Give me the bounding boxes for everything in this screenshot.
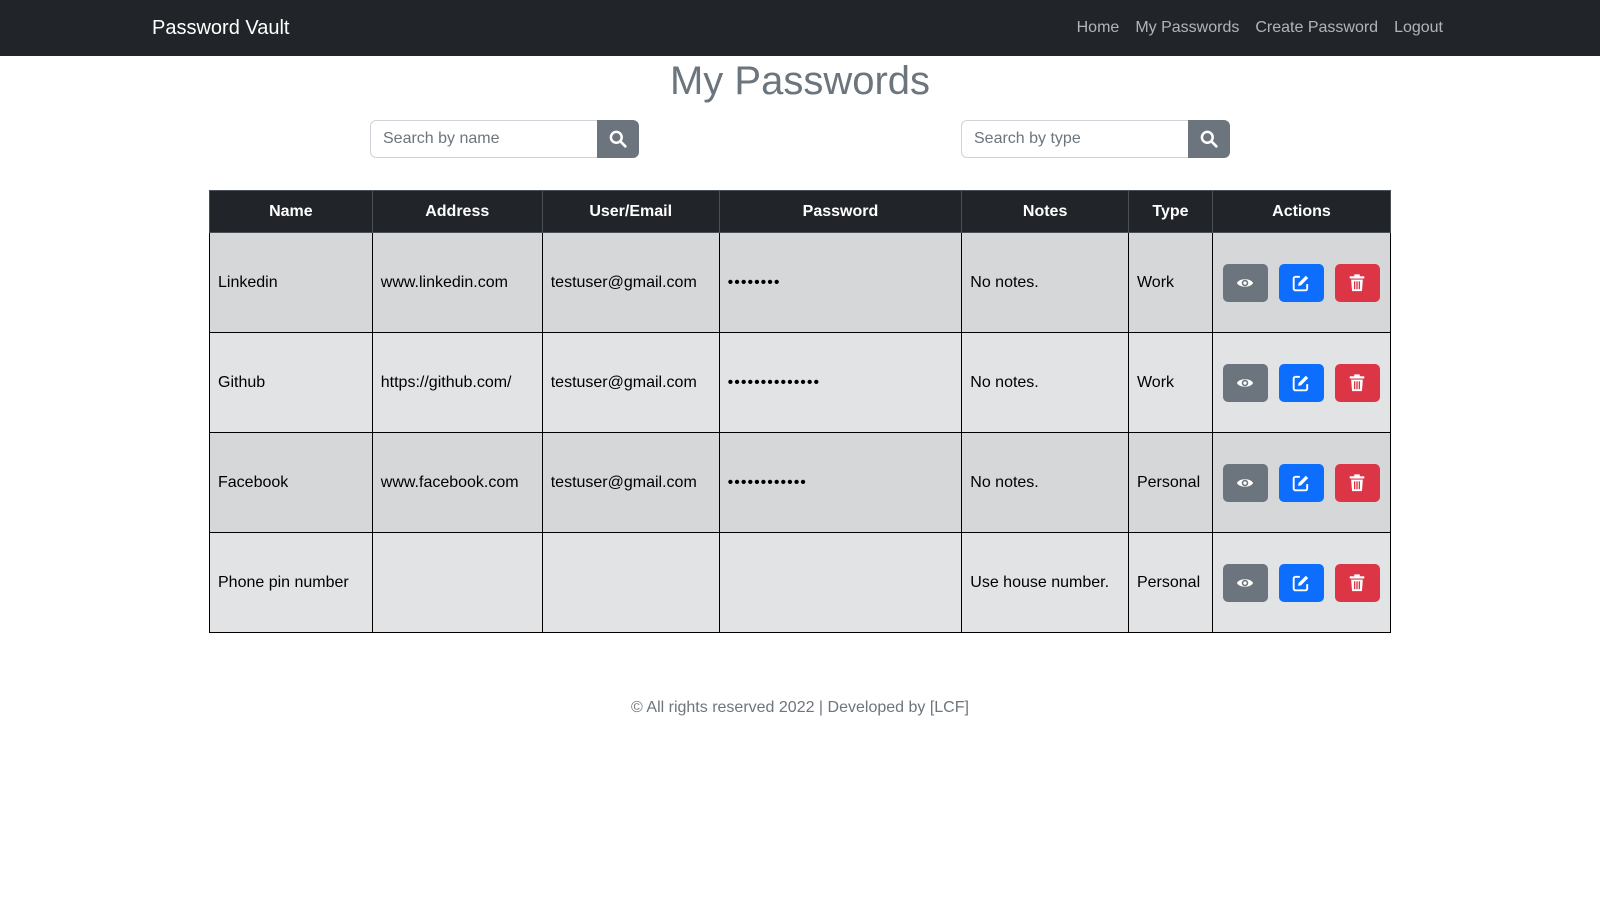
search-by-type-group xyxy=(961,120,1230,158)
cell-name: Github xyxy=(209,332,373,433)
nav-links: Home My Passwords Create Password Logout xyxy=(1077,19,1443,37)
header-address[interactable]: Address xyxy=(371,190,543,233)
eye-icon xyxy=(1237,578,1254,587)
edit-button[interactable] xyxy=(1278,363,1324,402)
eye-icon xyxy=(1237,378,1254,387)
cell-actions xyxy=(1211,432,1392,533)
cell-type: Work xyxy=(1127,332,1213,433)
cell-name: Facebook xyxy=(209,432,373,533)
trash-icon xyxy=(1350,373,1365,391)
cell-actions xyxy=(1211,532,1392,633)
edit-icon xyxy=(1293,375,1309,391)
view-button[interactable] xyxy=(1222,463,1268,502)
delete-button[interactable] xyxy=(1334,463,1380,502)
cell-notes: No notes. xyxy=(961,432,1129,533)
page-title: My Passwords xyxy=(669,59,931,103)
nav-link-my-passwords[interactable]: My Passwords xyxy=(1135,19,1239,37)
header-user-email[interactable]: User/Email xyxy=(541,190,720,233)
trash-icon xyxy=(1350,273,1365,291)
eye-icon xyxy=(1237,478,1254,487)
row-actions xyxy=(1221,563,1382,602)
cell-address xyxy=(371,532,543,633)
cell-address: https://github.com/ xyxy=(371,332,543,433)
cell-actions xyxy=(1211,332,1392,433)
cell-user-email: testuser@gmail.com xyxy=(541,332,720,433)
cell-address: www.facebook.com xyxy=(371,432,543,533)
search-icon xyxy=(1200,130,1218,148)
cell-user-email: testuser@gmail.com xyxy=(541,232,720,333)
search-name-button[interactable] xyxy=(597,120,639,158)
header-password[interactable]: Password xyxy=(718,190,963,233)
cell-notes: No notes. xyxy=(961,332,1129,433)
trash-icon xyxy=(1350,473,1365,491)
cell-actions xyxy=(1211,232,1392,333)
cell-notes: No notes. xyxy=(961,232,1129,333)
nav-link-logout[interactable]: Logout xyxy=(1394,19,1443,37)
table-header-row: Name Address User/Email Password Notes T… xyxy=(209,190,1392,233)
cell-user-email xyxy=(541,532,720,633)
table-row: Linkedin www.linkedin.com testuser@gmail… xyxy=(209,232,1392,333)
cell-name: Linkedin xyxy=(209,232,373,333)
edit-button[interactable] xyxy=(1278,263,1324,302)
header-name[interactable]: Name xyxy=(209,190,373,233)
edit-icon xyxy=(1293,575,1309,591)
table-row: Facebook www.facebook.com testuser@gmail… xyxy=(209,432,1392,533)
row-actions xyxy=(1221,263,1382,302)
cell-type: Personal xyxy=(1127,432,1213,533)
search-name-input[interactable] xyxy=(370,120,597,158)
cell-notes: Use house number. xyxy=(961,532,1129,633)
row-actions xyxy=(1221,463,1382,502)
delete-button[interactable] xyxy=(1334,263,1380,302)
view-button[interactable] xyxy=(1222,363,1268,402)
table-row: Phone pin number Use house number. Perso… xyxy=(209,532,1392,633)
cell-password: •••••••••••••• xyxy=(718,332,963,433)
eye-icon xyxy=(1237,278,1254,287)
header-type[interactable]: Type xyxy=(1127,190,1213,233)
cell-password: •••••••• xyxy=(718,232,963,333)
cell-type: Work xyxy=(1127,232,1213,333)
edit-button[interactable] xyxy=(1278,463,1324,502)
header-actions: Actions xyxy=(1211,190,1392,233)
search-type-button[interactable] xyxy=(1188,120,1230,158)
table-row: Github https://github.com/ testuser@gmai… xyxy=(209,332,1392,433)
edit-button[interactable] xyxy=(1278,563,1324,602)
navbar: Password Vault Home My Passwords Create … xyxy=(0,0,1600,56)
delete-button[interactable] xyxy=(1334,363,1380,402)
search-by-name-group xyxy=(370,120,639,158)
cell-address: www.linkedin.com xyxy=(371,232,543,333)
nav-link-create-password[interactable]: Create Password xyxy=(1255,19,1378,37)
edit-icon xyxy=(1293,475,1309,491)
delete-button[interactable] xyxy=(1334,563,1380,602)
footer-text: © All rights reserved 2022 | Developed b… xyxy=(631,699,969,716)
cell-name: Phone pin number xyxy=(209,532,373,633)
search-type-input[interactable] xyxy=(961,120,1188,158)
search-icon xyxy=(609,130,627,148)
header-notes[interactable]: Notes xyxy=(961,190,1129,233)
cell-user-email: testuser@gmail.com xyxy=(541,432,720,533)
passwords-table: Name Address User/Email Password Notes T… xyxy=(209,190,1392,633)
cell-password: •••••••••••• xyxy=(718,432,963,533)
edit-icon xyxy=(1293,275,1309,291)
cell-type: Personal xyxy=(1127,532,1213,633)
view-button[interactable] xyxy=(1222,263,1268,302)
brand-link[interactable]: Password Vault xyxy=(152,17,289,40)
nav-link-home[interactable]: Home xyxy=(1077,19,1120,37)
row-actions xyxy=(1221,363,1382,402)
view-button[interactable] xyxy=(1222,563,1268,602)
trash-icon xyxy=(1350,573,1365,591)
cell-password xyxy=(718,532,963,633)
